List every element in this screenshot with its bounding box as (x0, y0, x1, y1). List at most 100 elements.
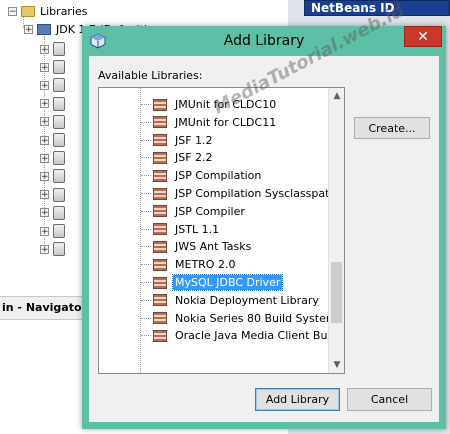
library-icon (153, 258, 167, 271)
expand-icon[interactable]: + (40, 226, 49, 236)
expand-icon[interactable]: + (40, 135, 49, 145)
tree-node-jar[interactable]: + (40, 240, 65, 258)
tree-node-jar[interactable]: + (40, 95, 65, 113)
jar-icon (53, 96, 65, 111)
tree-node-jar[interactable]: + (40, 204, 65, 222)
library-list[interactable]: JMUnit for CLDC10 JMUnit for CLDC11 JSF 1.… (98, 87, 345, 374)
library-icon (153, 169, 167, 182)
library-item-label: JSF 1.2 (175, 133, 213, 147)
library-item[interactable]: JSF 1.2 (141, 132, 215, 149)
dialog-titlebar[interactable]: Add Library ✕ (82, 26, 446, 56)
library-item-label: Nokia Series 80 Build System Ant U (175, 311, 344, 325)
jar-icon (53, 60, 65, 75)
tree-node-libraries[interactable]: − Libraries (8, 2, 88, 20)
jar-icon (53, 78, 65, 93)
jar-icon (53, 242, 65, 257)
library-item[interactable]: JMUnit for CLDC11 (141, 114, 278, 131)
library-icon (153, 276, 167, 289)
library-item-label: MySQL JDBC Driver (171, 274, 284, 291)
tree-node-jar[interactable]: + (40, 58, 65, 76)
library-item[interactable]: Oracle Java Media Client Build Syst (141, 327, 344, 344)
tree-node-jar[interactable]: + (40, 40, 65, 58)
expand-icon[interactable]: + (40, 153, 49, 163)
library-icon (153, 134, 167, 147)
library-item[interactable]: Nokia Deployment Library (141, 292, 321, 309)
expand-icon[interactable]: + (40, 244, 49, 254)
library-item-label: JMUnit for CLDC11 (175, 115, 277, 129)
library-item-label: Nokia Deployment Library (175, 293, 319, 307)
tree-node-jar[interactable]: + (40, 186, 65, 204)
library-icon (153, 329, 167, 342)
tree-node-jar[interactable]: + (40, 149, 65, 167)
library-item-label: JSP Compilation (175, 169, 262, 183)
close-icon: ✕ (417, 29, 429, 45)
tree-branch-line (141, 175, 151, 177)
library-item[interactable]: JSTL 1.1 (141, 221, 221, 238)
library-icon (153, 294, 167, 307)
jar-icon (53, 42, 65, 56)
library-icon (153, 205, 167, 218)
tree-branch-line (141, 121, 151, 123)
expand-icon[interactable]: + (40, 99, 49, 109)
library-item[interactable]: JSP Compiler (141, 203, 247, 220)
cancel-button[interactable]: Cancel (347, 388, 432, 411)
tree-node-jar[interactable]: + (40, 167, 65, 185)
jar-icon (53, 187, 65, 202)
library-item[interactable]: JSP Compilation (141, 167, 263, 184)
tree-node-jar[interactable]: + (40, 113, 65, 131)
create-button[interactable]: Create... (354, 117, 430, 139)
close-button[interactable]: ✕ (404, 26, 442, 47)
library-item-label: JSF 2.2 (175, 151, 213, 165)
library-item-label: JSTL 1.1 (175, 222, 220, 236)
scroll-thumb[interactable] (331, 262, 342, 323)
expand-icon[interactable]: + (40, 171, 49, 181)
library-icon (153, 223, 167, 236)
expand-icon[interactable]: + (24, 24, 33, 34)
folder-icon (21, 5, 35, 17)
library-item[interactable]: JWS Ant Tasks (141, 238, 253, 255)
library-icon (153, 187, 167, 200)
library-item-label: JSP Compiler (175, 204, 245, 218)
library-item[interactable]: METRO 2.0 (141, 256, 237, 273)
library-icon (153, 98, 167, 111)
tree-branch-line (141, 210, 151, 212)
available-libraries-label: Available Libraries: (98, 69, 203, 82)
tree-branch-line (141, 193, 151, 194)
tree-node-jar[interactable]: + (40, 76, 65, 94)
tree-branch-line (141, 157, 151, 159)
library-icon (153, 312, 167, 325)
expand-icon[interactable]: + (40, 80, 49, 90)
library-item-label: Oracle Java Media Client Build Syst (175, 329, 344, 343)
library-item[interactable]: MySQL JDBC Driver (141, 274, 284, 291)
jar-icon (53, 205, 65, 220)
scroll-down-icon[interactable]: ▼ (329, 357, 344, 373)
tree-branch-line (141, 246, 151, 248)
collapse-icon[interactable]: − (8, 6, 17, 16)
library-item[interactable]: JSF 2.2 (141, 149, 215, 166)
tree-node-jar[interactable]: + (40, 222, 65, 240)
tree-branch-line (141, 335, 151, 337)
library-icon (153, 116, 167, 129)
jar-icon (53, 114, 65, 129)
expand-icon[interactable]: + (40, 117, 49, 127)
jar-icon (53, 224, 65, 238)
dialog-title: Add Library (223, 33, 305, 49)
expand-icon[interactable]: + (40, 44, 49, 54)
expand-icon[interactable]: + (40, 62, 49, 72)
tree-node-jar[interactable]: + (40, 131, 65, 149)
library-item-label: METRO 2.0 (175, 258, 236, 272)
list-scrollbar[interactable]: ▲ ▼ (328, 88, 344, 373)
expand-icon[interactable]: + (40, 190, 49, 200)
expand-icon[interactable]: + (40, 208, 49, 218)
tree-branch-line (141, 104, 151, 105)
add-library-button[interactable]: Add Library (255, 388, 340, 411)
tree-branch-line (141, 317, 151, 319)
library-item[interactable]: Nokia Series 80 Build System Ant U (141, 310, 344, 327)
tree-branch-line (141, 264, 151, 266)
dialog-body: Available Libraries: JMUnit for CLDC10 JM… (89, 56, 439, 422)
library-item-label: JWS Ant Tasks (175, 240, 252, 254)
library-item[interactable]: JSP Compilation Sysclasspath (141, 185, 338, 202)
scroll-up-icon[interactable]: ▲ (329, 88, 344, 104)
tree-branch-line (141, 139, 151, 141)
tree-branch-line (141, 282, 151, 283)
